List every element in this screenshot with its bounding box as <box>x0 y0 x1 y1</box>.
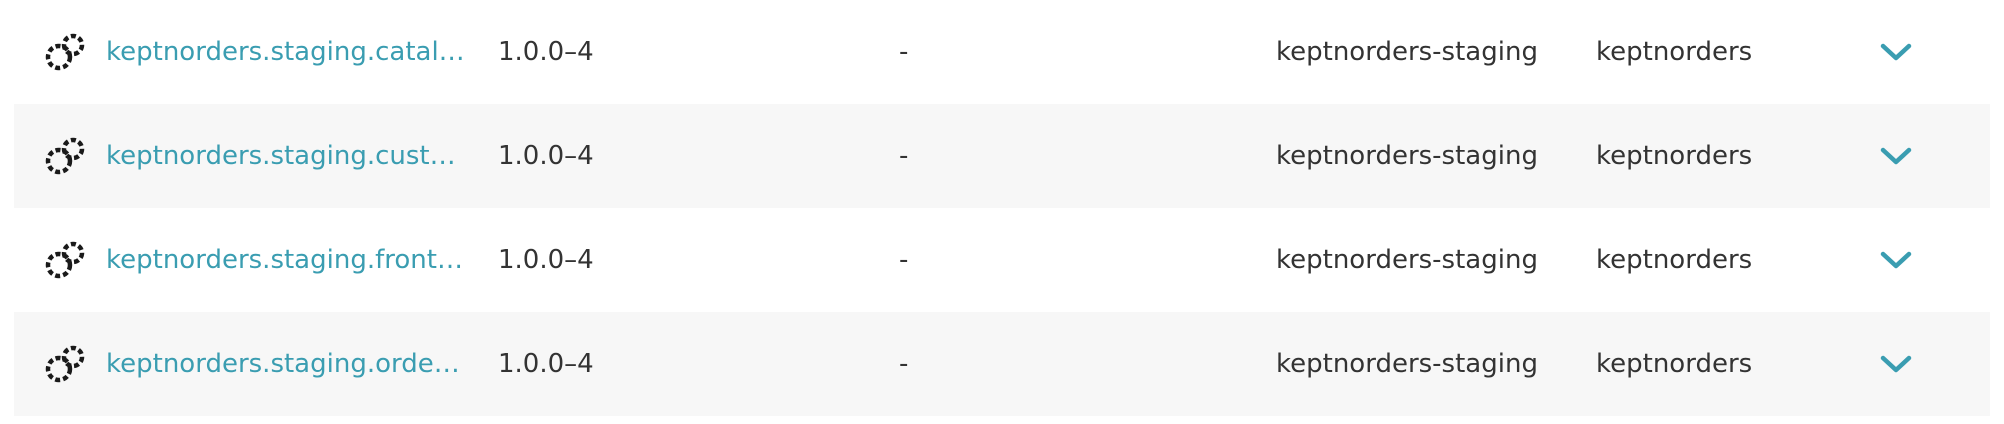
table-row: keptnorders.staging.cust… 1.0.0–4 - kept… <box>14 104 1990 208</box>
value-cell: - <box>899 349 909 379</box>
chevron-down-icon <box>1880 43 1912 61</box>
expand-row-button[interactable] <box>1876 240 1916 280</box>
chevron-down-icon <box>1880 147 1912 165</box>
namespace-cell: keptnorders-staging <box>1276 245 1538 275</box>
table-row: keptnorders.staging.orde… 1.0.0–4 - kept… <box>14 312 1990 416</box>
workload-cycle-icon <box>44 32 88 72</box>
workload-name-link[interactable]: keptnorders.staging.catal… <box>106 0 465 104</box>
expand-row-button[interactable] <box>1876 32 1916 72</box>
workload-table: keptnorders.staging.catal… 1.0.0–4 - kep… <box>14 0 1990 416</box>
namespace-cell: keptnorders-staging <box>1276 141 1538 171</box>
workload-cycle-icon <box>44 136 88 176</box>
workload-name-link[interactable]: keptnorders.staging.cust… <box>106 104 456 208</box>
table-row: keptnorders.staging.catal… 1.0.0–4 - kep… <box>14 0 1990 104</box>
application-cell: keptnorders <box>1596 349 1753 379</box>
table-row: keptnorders.staging.front… 1.0.0–4 - kep… <box>14 208 1990 312</box>
application-cell: keptnorders <box>1596 37 1753 67</box>
application-cell: keptnorders <box>1596 141 1753 171</box>
expand-row-button[interactable] <box>1876 136 1916 176</box>
value-cell: - <box>899 245 909 275</box>
version-cell: 1.0.0–4 <box>498 349 594 379</box>
version-cell: 1.0.0–4 <box>498 245 594 275</box>
value-cell: - <box>899 37 909 67</box>
version-cell: 1.0.0–4 <box>498 37 594 67</box>
namespace-cell: keptnorders-staging <box>1276 37 1538 67</box>
version-cell: 1.0.0–4 <box>498 141 594 171</box>
chevron-down-icon <box>1880 355 1912 373</box>
workload-name-link[interactable]: keptnorders.staging.orde… <box>106 312 460 416</box>
expand-row-button[interactable] <box>1876 344 1916 384</box>
workload-cycle-icon <box>44 344 88 384</box>
namespace-cell: keptnorders-staging <box>1276 349 1538 379</box>
workload-name-link[interactable]: keptnorders.staging.front… <box>106 208 463 312</box>
chevron-down-icon <box>1880 251 1912 269</box>
application-cell: keptnorders <box>1596 245 1753 275</box>
value-cell: - <box>899 141 909 171</box>
workload-cycle-icon <box>44 240 88 280</box>
